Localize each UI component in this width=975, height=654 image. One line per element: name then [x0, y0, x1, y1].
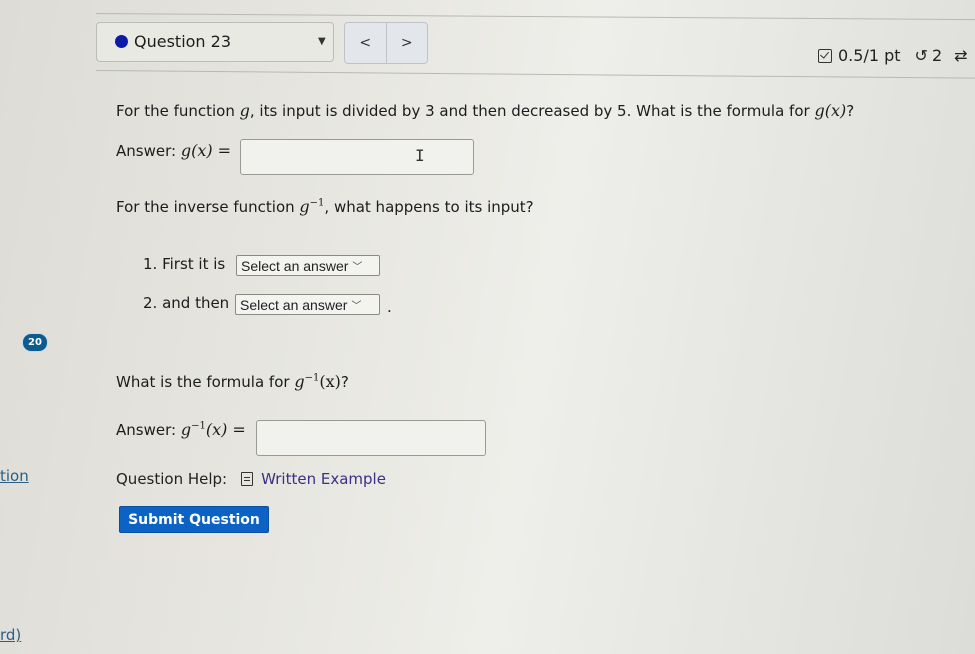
sidebar-link-1[interactable]: tion — [0, 467, 29, 485]
step2-select[interactable]: Select an answer ﹀ — [235, 294, 380, 315]
chevron-down-icon: ﹀ — [351, 301, 362, 312]
step1-label: 1. First it is — [143, 255, 226, 273]
more-icon[interactable]: ⇄ — [954, 46, 967, 65]
checkbox-icon — [818, 48, 832, 63]
part2-prompt: For the inverse function g−1, what happe… — [116, 197, 534, 216]
answer-math-gx: g(x) = — [180, 141, 232, 160]
chevron-down-icon: ﹀ — [352, 262, 363, 273]
g-inverse-answer-input[interactable] — [256, 420, 486, 456]
var-g: g — [239, 101, 250, 120]
question-selector-label: Question 23 — [134, 32, 232, 51]
text-cursor-icon: I — [415, 146, 425, 165]
question-help: Question Help: Written Example — [116, 470, 386, 488]
document-icon — [241, 472, 254, 486]
step2-label: 2. and then — [143, 294, 230, 312]
header-top-divider — [95, 13, 975, 21]
part3-answer-label: Answer: −1g−1(x) = — [116, 420, 246, 439]
question-selector[interactable]: Question 23 ▼ — [96, 22, 334, 62]
math-g-inverse-x: g−1(x) — [294, 372, 341, 391]
part1-answer-label: Answer: g(x) = — [116, 141, 232, 160]
next-question-button[interactable]: > — [385, 23, 428, 63]
prev-question-button[interactable]: < — [345, 23, 386, 63]
sidebar-link-2[interactable]: rd) — [0, 626, 21, 644]
question-help-label: Question Help: — [116, 470, 228, 488]
status-dot-icon — [115, 35, 128, 48]
score-value: 0.5/1 pt — [838, 46, 901, 65]
written-example-link[interactable]: Written Example — [261, 470, 386, 488]
math-gx: g(x) — [814, 101, 847, 120]
score-display: 0.5/1 pt ↺ 2 ⇄ — [818, 46, 968, 65]
step2-suffix: . — [387, 298, 392, 316]
submit-question-button[interactable]: Submit Question — [119, 506, 269, 533]
attempts-value: 2 — [931, 46, 943, 65]
caret-down-icon: ▼ — [318, 36, 326, 47]
answer-math-g-inverse: −1g−1(x) = — [180, 420, 246, 439]
part3-prompt: What is the formula for g−1(x)? — [116, 372, 349, 391]
part1-prompt: For the function g, its input is divided… — [116, 101, 855, 120]
math-g-inverse: g−1 — [299, 197, 325, 216]
step1-select[interactable]: Select an answer ﹀ — [236, 255, 380, 276]
retry-icon[interactable]: ↺ — [915, 46, 928, 65]
header-bottom-divider — [95, 70, 975, 79]
question-nav: < > — [344, 22, 428, 64]
gx-answer-input[interactable]: I — [240, 139, 474, 175]
question-number-badge[interactable]: 20 — [22, 333, 48, 352]
